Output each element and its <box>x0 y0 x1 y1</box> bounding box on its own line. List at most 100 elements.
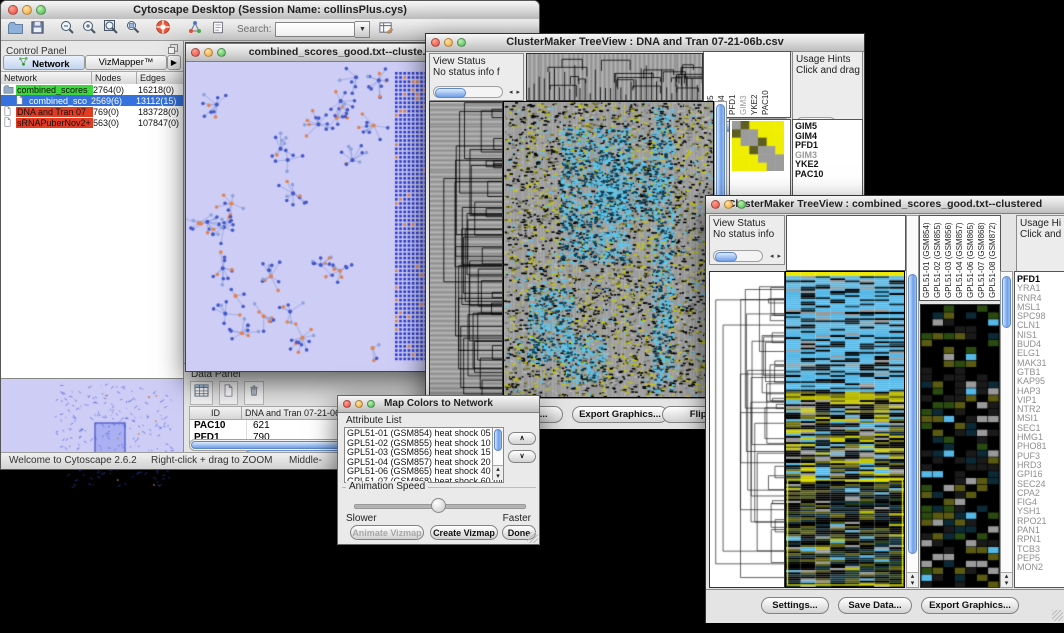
row-id: PAC10 <box>190 420 247 432</box>
row-dendrogram[interactable] <box>429 101 503 398</box>
zoom-button[interactable] <box>36 5 46 15</box>
row-dendrogram-canvas[interactable] <box>710 272 784 587</box>
close-icon[interactable] <box>711 200 720 209</box>
export-graphics-button[interactable]: Export Graphics... <box>572 406 668 423</box>
minimize-icon[interactable] <box>444 38 453 47</box>
zoom-out-icon[interactable] <box>59 19 75 40</box>
edges-count: 13112(15) <box>136 96 183 106</box>
close-icon[interactable] <box>343 400 351 408</box>
maximize-icon[interactable] <box>737 200 746 209</box>
heatmap-vscrollbar[interactable]: ▴▾ <box>906 215 919 588</box>
column-label[interactable]: PAC10 <box>761 90 770 115</box>
resize-grip[interactable] <box>527 532 538 543</box>
birdseye-canvas[interactable] <box>1 379 182 491</box>
column-label[interactable]: GIM3 <box>739 95 748 115</box>
view-status-title: View Status <box>430 54 523 67</box>
zoom-heatmap-panel[interactable] <box>920 304 1000 588</box>
save-data-button[interactable]: Save Data... <box>838 597 912 614</box>
column-dendrogram-canvas[interactable] <box>527 54 702 100</box>
column-label[interactable]: GPL51-02 (GSM855) <box>933 222 942 298</box>
animate-vizmap-button[interactable]: Animate Vizmap <box>350 525 424 540</box>
view-status-title: View Status <box>710 216 784 229</box>
column-label[interactable]: GPL51-03 (GSM856) <box>944 222 953 298</box>
scroll-arrows-icon[interactable]: ◂ ▸ <box>770 252 782 262</box>
close-button[interactable] <box>8 5 18 15</box>
zoom-heatmap-canvas[interactable] <box>732 121 784 171</box>
resize-grip[interactable] <box>1052 610 1063 621</box>
export-graphics-button[interactable]: Export Graphics... <box>921 597 1019 614</box>
birdseye-view[interactable] <box>1 378 183 453</box>
network-row-srnapubernov2-[interactable]: sRNAPuberNov2+563(0)107847(0) <box>1 117 183 128</box>
attribute-table-icon[interactable] <box>190 381 213 405</box>
heatmap-canvas[interactable] <box>504 102 713 397</box>
attribute-listbox[interactable]: GPL51-01 (GSM854) heat shock 05 minGPL51… <box>344 427 504 483</box>
open-file-icon[interactable] <box>7 20 24 40</box>
annotation-icon[interactable] <box>211 20 225 40</box>
dialog-titlebar[interactable]: Map Colors to Network <box>338 396 539 413</box>
column-label[interactable]: YKE2 <box>750 95 759 115</box>
new-attribute-icon[interactable] <box>219 381 238 405</box>
gene-label-mon2[interactable]: MON2 <box>1015 563 1064 572</box>
network-row-dna-and-tran-07[interactable]: DNA and Tran 07769(0)183728(0) <box>1 106 183 117</box>
scroll-arrows-icon[interactable]: ▴▾ <box>493 465 503 480</box>
column-label[interactable]: PFD1 <box>728 95 737 115</box>
treeview-dna-title: ClusterMaker TreeView : DNA and Tran 07-… <box>426 34 864 51</box>
view-status-scrollbar[interactable] <box>433 86 503 98</box>
heatmap-main[interactable] <box>785 271 905 588</box>
main-window-title: Cytoscape Desktop (Session Name: collins… <box>1 1 539 19</box>
scroll-arrows-icon[interactable]: ▴▾ <box>907 572 918 587</box>
delete-attribute-icon[interactable] <box>244 381 264 405</box>
minimize-button[interactable] <box>22 5 32 15</box>
column-dendrogram[interactable] <box>526 53 703 101</box>
column-label[interactable]: GPL51-01 (GSM854) <box>922 222 931 298</box>
zoom-in-icon[interactable] <box>81 19 97 40</box>
gene-label-pac10[interactable]: PAC10 <box>793 170 862 180</box>
close-icon[interactable] <box>191 48 200 57</box>
move-down-button[interactable]: ∨ <box>508 450 536 463</box>
network-row-combined-sco[interactable]: combined_sco2569(6)13112(15) <box>1 95 183 106</box>
document-icon <box>1 117 16 129</box>
treeview-dna-titlebar[interactable]: ClusterMaker TreeView : DNA and Tran 07-… <box>426 34 864 52</box>
maximize-icon[interactable] <box>217 48 226 57</box>
network-row-combined-scores[interactable]: combined_scores2764(0)16218(0) <box>1 84 183 95</box>
scroll-arrows-icon[interactable]: ▴▾ <box>1001 572 1012 587</box>
heatmap-canvas[interactable] <box>786 272 904 587</box>
vizmapper-icon[interactable] <box>187 19 203 40</box>
desktop: Cytoscape Desktop (Session Name: collins… <box>0 0 1064 633</box>
column-label[interactable]: GPL51-04 (GSM857) <box>955 222 964 298</box>
minimize-icon[interactable] <box>204 48 213 57</box>
scroll-arrows-icon[interactable]: ◂ ▸ <box>509 88 521 98</box>
heatmap-main[interactable] <box>503 101 714 398</box>
zoom-selected-icon[interactable] <box>125 19 141 40</box>
main-titlebar[interactable]: Cytoscape Desktop (Session Name: collins… <box>1 1 539 20</box>
report-table-icon[interactable] <box>378 20 394 40</box>
column-label[interactable]: GPL51-06 (GSM865) <box>966 222 975 298</box>
column-label[interactable]: GPL51-08 (GSM872) <box>988 222 997 298</box>
search-input[interactable] <box>275 22 355 37</box>
zoom-fit-icon[interactable] <box>103 19 119 40</box>
help-lifering-icon[interactable] <box>155 19 171 40</box>
settings-button[interactable]: Settings... <box>761 597 829 614</box>
tab-network[interactable]: Network <box>3 55 85 70</box>
speed-slider-knob[interactable] <box>431 498 446 513</box>
search-dropdown-arrow[interactable]: ▼ <box>355 21 370 38</box>
maximize-icon[interactable] <box>367 400 375 408</box>
create-vizmap-button[interactable]: Create Vizmap <box>430 525 498 540</box>
row-dendrogram[interactable] <box>709 271 785 588</box>
treeview-combined-titlebar[interactable]: ClusterMaker TreeView : combined_scores_… <box>706 196 1064 214</box>
tab-vizmapper[interactable]: VizMapper™ <box>85 55 167 70</box>
close-icon[interactable] <box>431 38 440 47</box>
zoom-vscrollbar[interactable]: ▴▾ <box>1000 271 1013 588</box>
maximize-icon[interactable] <box>457 38 466 47</box>
view-status-scrollbar[interactable] <box>713 250 763 262</box>
attribute-list-vscrollbar[interactable]: ▴▾ <box>492 428 503 480</box>
column-label[interactable]: GPL51-07 (GSM868) <box>977 222 986 298</box>
zoom-heatmap-canvas[interactable] <box>921 305 999 587</box>
tab-overflow-arrow[interactable]: ▶ <box>167 55 181 70</box>
treeview-combined-title: ClusterMaker TreeView : combined_scores_… <box>706 196 1064 213</box>
move-up-button[interactable]: ∧ <box>508 432 536 445</box>
save-icon[interactable] <box>30 20 45 40</box>
minimize-icon[interactable] <box>355 400 363 408</box>
minimize-icon[interactable] <box>724 200 733 209</box>
row-dendrogram-canvas[interactable] <box>430 102 502 397</box>
